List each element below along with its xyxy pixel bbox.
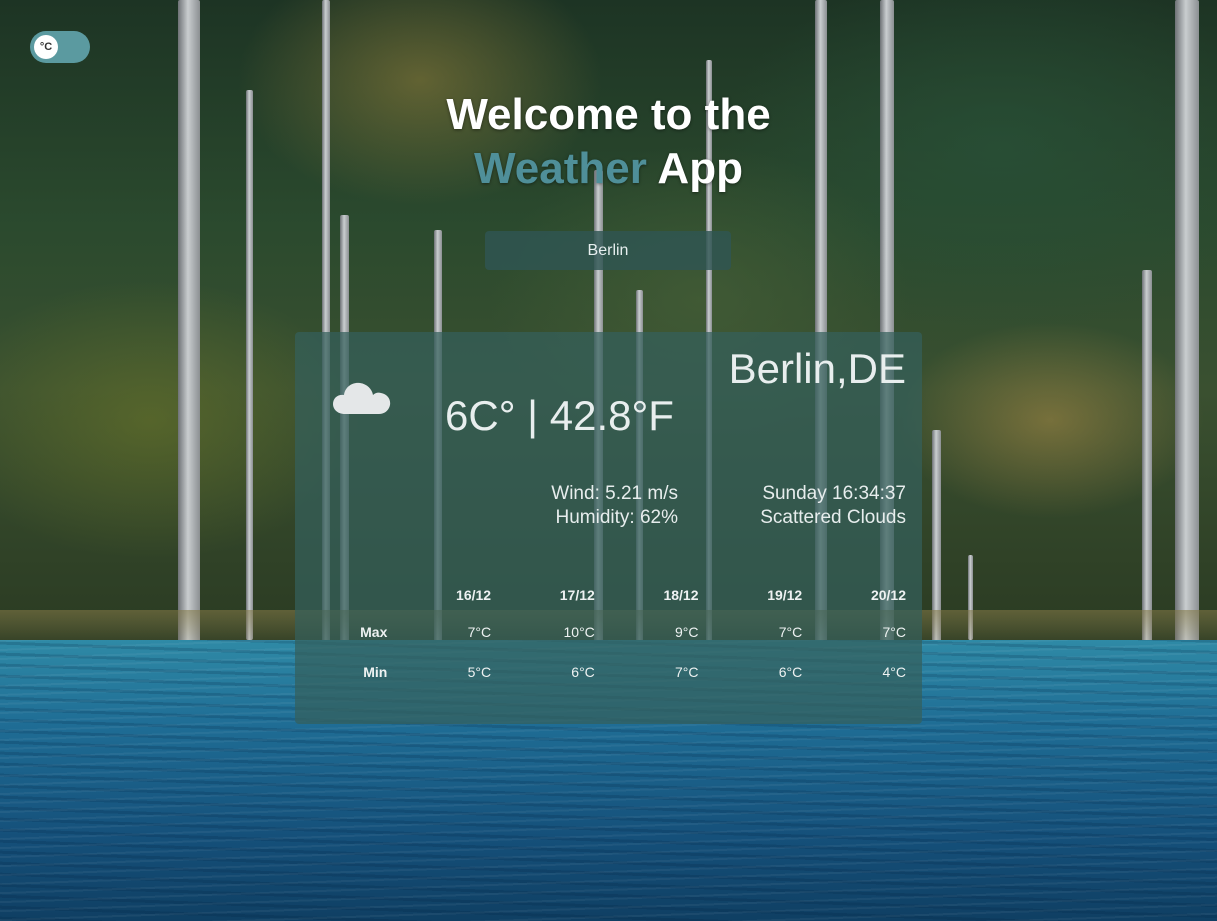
cloud-icon	[333, 382, 391, 414]
title-line-1: Welcome to the	[446, 90, 771, 139]
forecast-date: 19/12	[767, 587, 803, 603]
page-title: Welcome to the Weather App	[0, 88, 1217, 196]
unit-toggle-knob: °C	[34, 35, 58, 59]
forecast-min: 5°C	[467, 664, 492, 680]
forecast-max: 10°C	[563, 624, 595, 640]
forecast-max: 7°C	[778, 624, 803, 640]
min-label: Min	[363, 664, 388, 680]
forecast-corner	[335, 578, 387, 612]
forecast-min-row: Min 5°C 6°C 7°C 6°C 4°C	[335, 652, 906, 692]
title-line-2-rest: App	[646, 144, 743, 193]
forecast-header-row: 16/12 17/12 18/12 19/12 20/12	[335, 578, 906, 612]
forecast-min: 6°C	[778, 664, 803, 680]
title-accent-word: Weather	[474, 144, 647, 193]
tree-trunk	[1142, 270, 1152, 645]
forecast-max-row: Max 7°C 10°C 9°C 7°C 7°C	[335, 612, 906, 652]
forecast-min: 7°C	[675, 664, 699, 680]
forecast-min: 6°C	[571, 664, 595, 680]
humidity: Humidity: 62%	[555, 507, 679, 528]
local-datetime: Sunday 16:34:37	[762, 483, 906, 504]
forecast-date: 16/12	[456, 587, 492, 603]
weather-description: Scattered Clouds	[760, 507, 906, 528]
forecast-table: 16/12 17/12 18/12 19/12 20/12 Max 7°C 10…	[335, 578, 906, 692]
date-description: Sunday 16:34:37 Scattered Clouds	[666, 482, 906, 530]
city-search-input[interactable]	[485, 231, 731, 270]
unit-toggle[interactable]: °C	[30, 31, 90, 63]
wind-speed: Wind: 5.21 m/s	[551, 483, 678, 504]
forecast-date: 18/12	[663, 587, 699, 603]
forecast-max: 7°C	[467, 624, 492, 640]
city-name: Berlin,DE	[728, 345, 906, 392]
max-label: Max	[360, 624, 388, 640]
forecast-min: 4°C	[882, 664, 907, 680]
wind-humidity: Wind: 5.21 m/s Humidity: 62%	[475, 482, 678, 530]
current-temperature: 6C° | 42.8°F	[445, 392, 674, 439]
forecast-date: 20/12	[870, 587, 906, 603]
forecast-date: 17/12	[559, 587, 595, 603]
title-line-2: Weather App	[0, 142, 1217, 196]
forecast-max: 7°C	[882, 624, 907, 640]
forecast-max: 9°C	[675, 624, 699, 640]
weather-card: Berlin,DE 6C° | 42.8°F Wind: 5.21 m/s Hu…	[295, 332, 922, 724]
